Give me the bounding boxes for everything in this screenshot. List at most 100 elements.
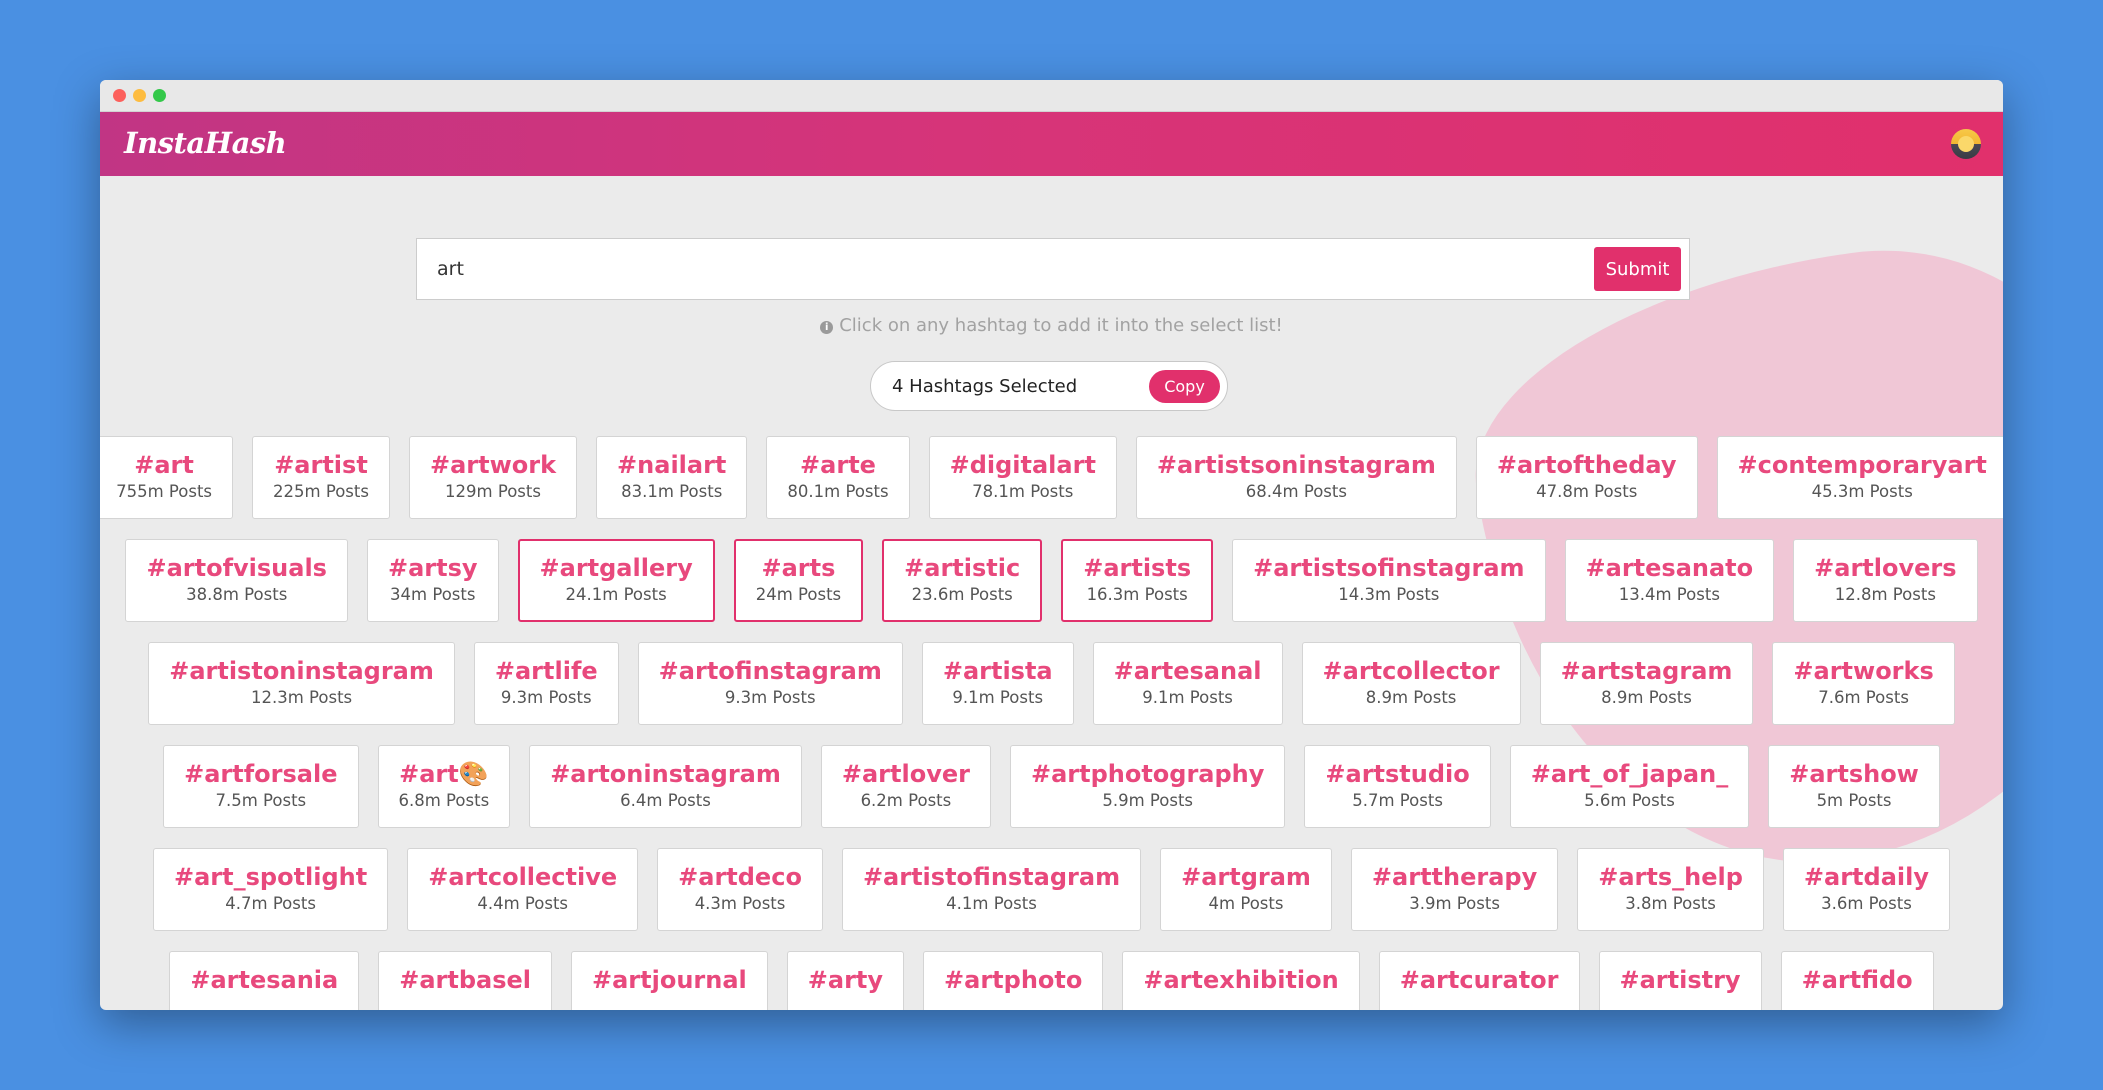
hashtag-card[interactable]: #artofvisuals 38.8m Posts [125,539,348,622]
app-header: InstaHash [100,112,2003,176]
hashtag-card[interactable]: #artbasel [378,951,552,1010]
hint-label: Click on any hashtag to add it into the … [839,315,1283,336]
hashtag-name: #art_spotlight [174,863,368,891]
hashtag-card[interactable]: #art_of_japan_ 5.6m Posts [1509,745,1750,828]
hashtag-name: #artstudio [1325,760,1470,788]
hashtag-card[interactable]: #artist 225m Posts [252,436,390,519]
hashtag-card[interactable]: #artsy 34m Posts [366,539,499,622]
hashtag-card[interactable]: #artesanato 13.4m Posts [1564,539,1775,622]
hashtag-card[interactable]: #artfido [1780,951,1934,1010]
hashtag-card[interactable]: #artistsoninstagram 68.4m Posts [1135,436,1457,519]
hashtag-card[interactable]: #artofinstagram 9.3m Posts [637,642,903,725]
maximize-window-button[interactable] [153,89,166,102]
hashtag-card[interactable]: #artoninstagram 6.4m Posts [529,745,802,828]
hashtag-card[interactable]: #artstagram 8.9m Posts [1539,642,1754,725]
hashtag-name: #artcollector [1322,657,1500,685]
hashtag-card[interactable]: #artforsale 7.5m Posts [163,745,359,828]
hashtag-post-count: 16.3m Posts [1086,585,1188,604]
hashtag-name: #artcurator [1399,966,1559,994]
hashtag-card[interactable]: #art🎨 6.8m Posts [377,745,511,828]
hashtag-post-count: 47.8m Posts [1536,482,1638,501]
hashtag-card[interactable]: #artworks 7.6m Posts [1772,642,1955,725]
copy-button[interactable]: Copy [1149,370,1220,403]
hashtag-name: #artofinstagram [658,657,882,685]
hashtag-post-count: 4.7m Posts [225,894,316,913]
hashtag-row: #artesania #artbasel #artjournal #arty #artp… [100,951,2003,1010]
hashtag-name: #artforsale [184,760,338,788]
hashtag-post-count: 9.3m Posts [724,688,816,707]
hashtag-card[interactable]: #artlover 6.2m Posts [820,745,991,828]
hashtag-name: #artcollective [428,863,618,891]
hashtag-card[interactable]: #artshow 5m Posts [1768,745,1940,828]
hashtag-name: #art [134,451,194,479]
search-input[interactable] [417,239,1597,299]
hashtag-card[interactable]: #artdaily 3.6m Posts [1782,848,1950,931]
hashtag-card[interactable]: #artcollector 8.9m Posts [1301,642,1521,725]
hashtag-card[interactable]: #artwork 129m Posts [408,436,578,519]
hashtag-card[interactable]: #arts 24m Posts [733,539,864,622]
hashtag-card[interactable]: #artphotography 5.9m Posts [1009,745,1286,828]
browser-window: InstaHash Submit i Click on any hashtag t… [100,80,2003,1010]
hashtag-card[interactable]: #contemporaryart 45.3m Posts [1716,436,2003,519]
hashtag-post-count: 68.4m Posts [1245,482,1347,501]
hashtag-card[interactable]: #digitalart 78.1m Posts [928,436,1117,519]
hashtag-post-count: 4.3m Posts [694,894,786,913]
hashtag-post-count: 9.1m Posts [952,688,1044,707]
hashtag-card[interactable]: #artistry [1598,951,1762,1010]
search-bar: Submit [416,238,1690,300]
hashtag-card[interactable]: #artjournal [571,951,768,1010]
close-window-button[interactable] [113,89,126,102]
hashtag-name: #arte [800,451,876,479]
hashtag-post-count: 9.3m Posts [500,688,592,707]
minimize-window-button[interactable] [133,89,146,102]
hashtag-post-count: 6.2m Posts [860,791,952,810]
hashtag-post-count: 5m Posts [1816,791,1892,810]
hashtag-post-count: 129m Posts [445,482,541,501]
hashtag-card[interactable]: #artesania [169,951,360,1010]
hashtag-card[interactable]: #artesanal 9.1m Posts [1092,642,1283,725]
hashtag-card[interactable]: #artlife 9.3m Posts [473,642,619,725]
hashtag-name: #artgallery [539,554,693,582]
hashtag-card[interactable]: #art 755m Posts [100,436,234,519]
hashtag-name: #artphoto [944,966,1083,994]
hashtag-name: #artlover [841,760,970,788]
hashtag-card[interactable]: #artoftheday 47.8m Posts [1475,436,1698,519]
hashtag-card[interactable]: #artistsofinstagram 14.3m Posts [1232,539,1546,622]
hashtag-card[interactable]: #artstudio 5.7m Posts [1304,745,1491,828]
hashtag-name: #artesanato [1585,554,1754,582]
hashtag-card[interactable]: #arty [786,951,905,1010]
user-avatar[interactable] [1951,129,1981,159]
hashtag-card[interactable]: #artists 16.3m Posts [1061,539,1214,622]
hashtag-card[interactable]: #artgram 4m Posts [1160,848,1332,931]
hashtag-post-count: 3.8m Posts [1625,894,1716,913]
app-logo[interactable]: InstaHash [124,126,287,160]
hashtag-name: #artfido [1801,966,1913,994]
hashtag-card[interactable]: #art_spotlight 4.7m Posts [153,848,389,931]
hashtag-name: #digitalart [949,451,1096,479]
hashtag-card[interactable]: #artcollective 4.4m Posts [407,848,639,931]
hashtag-name: #artsy [387,554,478,582]
hashtag-card[interactable]: #artgallery 24.1m Posts [517,539,715,622]
hashtag-card[interactable]: #artlovers 12.8m Posts [1793,539,1978,622]
avatar-sun-icon [1958,136,1974,152]
hashtag-card[interactable]: #artistoninstagram 12.3m Posts [148,642,455,725]
hashtag-card[interactable]: #arts_help 3.8m Posts [1577,848,1764,931]
hashtag-card[interactable]: #artphoto [923,951,1104,1010]
hashtag-name: #artshow [1789,760,1919,788]
submit-button[interactable]: Submit [1594,247,1681,291]
hashtag-card[interactable]: #artexhibition [1122,951,1360,1010]
hashtag-card[interactable]: #artdeco 4.3m Posts [657,848,823,931]
hashtag-name: #artistry [1619,966,1741,994]
hashtag-card[interactable]: #arte 80.1m Posts [766,436,910,519]
hashtag-card[interactable]: #nailart 83.1m Posts [596,436,748,519]
hashtag-card[interactable]: #artcurator [1378,951,1580,1010]
hashtag-card[interactable]: #artistic 23.6m Posts [882,539,1043,622]
hashtag-name: #artistsoninstagram [1156,451,1436,479]
hashtag-post-count: 80.1m Posts [787,482,889,501]
hashtag-card[interactable]: #artista 9.1m Posts [921,642,1074,725]
hashtag-post-count: 78.1m Posts [972,482,1074,501]
hashtag-post-count: 12.8m Posts [1834,585,1936,604]
hashtag-row: #artofvisuals 38.8m Posts #artsy 34m Posts #… [100,539,2003,622]
hashtag-card[interactable]: #arttherapy 3.9m Posts [1350,848,1559,931]
hashtag-card[interactable]: #artistofinstagram 4.1m Posts [841,848,1142,931]
